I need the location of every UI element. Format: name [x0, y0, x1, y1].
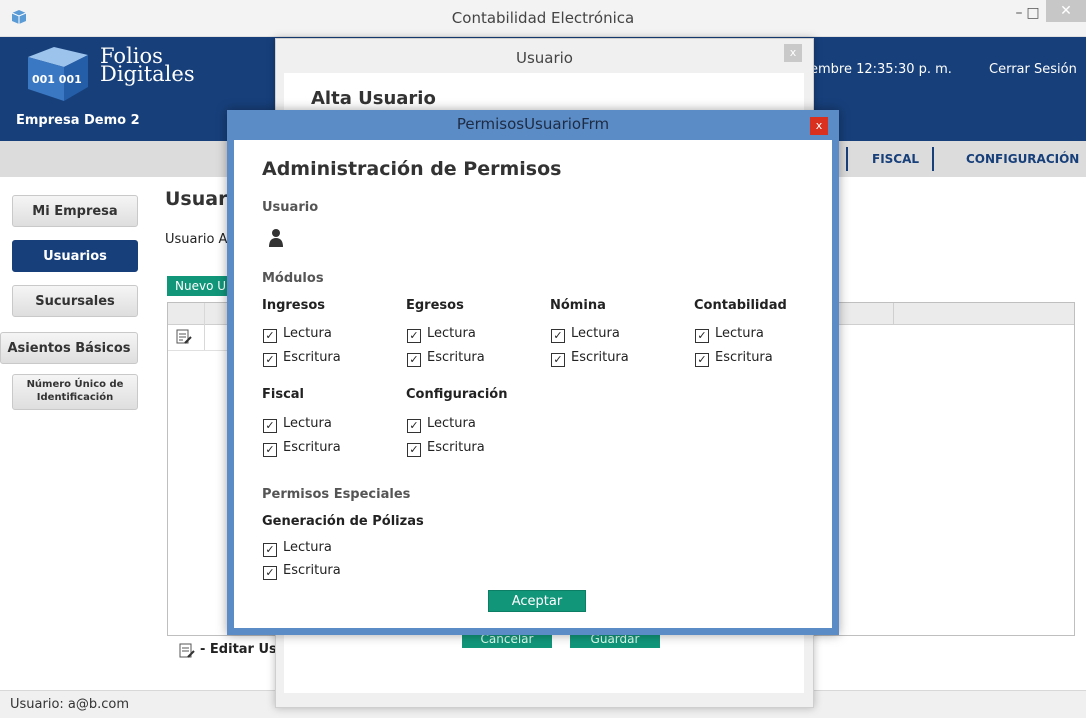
edit-legend-icon — [179, 643, 195, 658]
contabilidad-lectura-checkbox[interactable]: ✓ Lectura — [695, 326, 764, 343]
module-configuracion-label: Configuración — [406, 387, 508, 402]
polizas-lectura-checkbox[interactable]: ✓ Lectura — [263, 540, 332, 557]
user-icon — [269, 229, 283, 247]
checkbox-checked-icon[interactable]: ✓ — [263, 566, 277, 580]
page-subtitle: Usuario Ac — [165, 232, 235, 247]
logo-cube-text: 001 001 — [32, 73, 82, 86]
nomina-escritura-checkbox[interactable]: ✓ Escritura — [551, 350, 629, 367]
checkbox-checked-icon[interactable]: ✓ — [263, 443, 277, 457]
logo-cube-icon: 001 001 — [28, 47, 88, 101]
checkbox-checked-icon[interactable]: ✓ — [263, 329, 277, 343]
polizas-escritura-checkbox[interactable]: ✓ Escritura — [263, 563, 341, 580]
accept-button[interactable]: Aceptar — [488, 590, 586, 612]
configuracion-lectura-checkbox[interactable]: ✓ Lectura — [407, 416, 476, 433]
egresos-escritura-checkbox[interactable]: ✓ Escritura — [407, 350, 485, 367]
company-name: Empresa Demo 2 — [16, 113, 140, 128]
fiscal-lectura-checkbox[interactable]: ✓ Lectura — [263, 416, 332, 433]
sidebar-item-asientos-basicos[interactable]: Asientos Básicos — [0, 332, 138, 364]
module-ingresos-label: Ingresos — [262, 298, 326, 313]
checkbox-checked-icon[interactable]: ✓ — [551, 329, 565, 343]
usuario-dialog-title: Usuario — [515, 49, 573, 67]
polizas-label: Generación de Pólizas — [262, 514, 424, 529]
checkbox-checked-icon[interactable]: ✓ — [695, 353, 709, 367]
nav-fiscal[interactable]: FISCAL — [872, 141, 919, 177]
module-contabilidad-label: Contabilidad — [694, 298, 787, 313]
checkbox-checked-icon[interactable]: ✓ — [407, 329, 421, 343]
nomina-lectura-checkbox[interactable]: ✓ Lectura — [551, 326, 620, 343]
page-title: Usuari — [165, 188, 234, 210]
contabilidad-escritura-checkbox[interactable]: ✓ Escritura — [695, 350, 773, 367]
module-nomina-label: Nómina — [550, 298, 606, 313]
usuario-section-label: Usuario — [262, 200, 319, 215]
logo-line2: Digitales — [100, 62, 195, 86]
nav-configuracion[interactable]: CONFIGURACIÓN — [966, 141, 1079, 177]
permisos-heading: Administración de Permisos — [262, 158, 562, 180]
permisos-close-button[interactable]: x — [810, 117, 828, 135]
checkbox-checked-icon[interactable]: ✓ — [551, 353, 565, 367]
checkbox-checked-icon[interactable]: ✓ — [263, 543, 277, 557]
sidebar-item-numero-unico[interactable]: Número Único de Identificación — [12, 374, 138, 410]
permisos-especiales-label: Permisos Especiales — [262, 487, 411, 502]
fiscal-escritura-checkbox[interactable]: ✓ Escritura — [263, 440, 341, 457]
nav-separator — [846, 147, 848, 171]
sidebar-item-usuarios[interactable]: Usuarios — [12, 240, 138, 272]
datetime-display: embre 12:35:30 p. m. — [810, 62, 952, 77]
checkbox-checked-icon[interactable]: ✓ — [407, 419, 421, 433]
logo: Folios Digitales — [100, 46, 195, 86]
sidebar-item-sucursales[interactable]: Sucursales — [12, 285, 138, 317]
nav-separator — [932, 147, 934, 171]
edit-row-icon[interactable] — [176, 329, 192, 345]
alta-usuario-heading: Alta Usuario — [311, 88, 436, 109]
window-titlebar: Contabilidad Electrónica — [0, 0, 1086, 37]
permisos-dialog-title: PermisosUsuarioFrm — [456, 115, 610, 133]
logout-link[interactable]: Cerrar Sesión — [989, 62, 1077, 77]
window-close-button[interactable]: ✕ — [1046, 0, 1086, 22]
sidebar-item-mi-empresa[interactable]: Mi Empresa — [12, 195, 138, 227]
checkbox-checked-icon[interactable]: ✓ — [407, 353, 421, 367]
module-fiscal-label: Fiscal — [262, 387, 305, 402]
footer-user: Usuario: a@b.com — [10, 697, 130, 712]
usuario-close-button[interactable]: x — [784, 44, 802, 62]
ingresos-escritura-checkbox[interactable]: ✓ Escritura — [263, 350, 341, 367]
checkbox-checked-icon[interactable]: ✓ — [407, 443, 421, 457]
ingresos-lectura-checkbox[interactable]: ✓ Lectura — [263, 326, 332, 343]
modulos-section-label: Módulos — [262, 271, 324, 286]
configuracion-escritura-checkbox[interactable]: ✓ Escritura — [407, 440, 485, 457]
window-title: Contabilidad Electrónica — [451, 9, 635, 27]
checkbox-checked-icon[interactable]: ✓ — [263, 419, 277, 433]
checkbox-checked-icon[interactable]: ✓ — [263, 353, 277, 367]
edit-legend-label: - Editar Usu — [200, 642, 287, 657]
egresos-lectura-checkbox[interactable]: ✓ Lectura — [407, 326, 476, 343]
maximize-button[interactable]: □ — [1020, 0, 1046, 26]
module-egresos-label: Egresos — [406, 298, 464, 313]
app-icon — [11, 10, 27, 24]
grid-column-divider — [893, 303, 894, 324]
checkbox-checked-icon[interactable]: ✓ — [695, 329, 709, 343]
